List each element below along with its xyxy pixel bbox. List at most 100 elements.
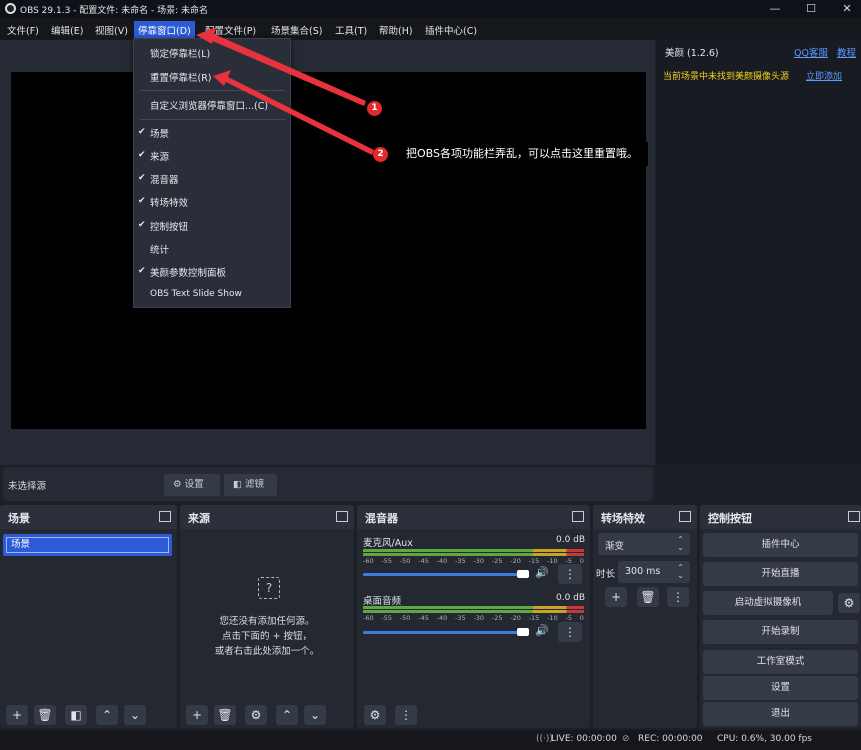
- start-virtual-camera-button[interactable]: 启动虚拟摄像机: [703, 591, 833, 615]
- undock-icon[interactable]: [679, 511, 691, 522]
- speaker-icon[interactable]: 🔊: [535, 566, 549, 579]
- volume-meter: [363, 553, 584, 556]
- tick-label: -10: [547, 614, 558, 622]
- check-icon: ✔: [138, 127, 146, 137]
- meter-ticks: -60 -55 -50 -45 -40 -35 -30 -25 -20 -15 -10 -5 0: [363, 614, 584, 622]
- scene-list-item[interactable]: 场景: [3, 534, 172, 556]
- tick-label: -55: [381, 614, 393, 622]
- docks-dropdown-menu: 锁定停靠栏(L) 重置停靠栏(R) 自定义浏览器停靠窗口...(C) ✔ 场景 …: [133, 38, 291, 308]
- studio-mode-button[interactable]: 工作室模式: [703, 650, 858, 674]
- custom-browser-docks-item[interactable]: 自定义浏览器停靠窗口...(C): [150, 98, 268, 112]
- mixer-menu-button[interactable]: ⋮: [395, 705, 417, 725]
- move-scene-down-button[interactable]: ⌄: [124, 705, 146, 725]
- plus-icon: +: [11, 708, 23, 722]
- minimize-button[interactable]: —: [766, 1, 784, 17]
- preview-canvas[interactable]: [11, 72, 646, 429]
- dock-toggle-text-slideshow[interactable]: OBS Text Slide Show: [150, 289, 242, 299]
- source-properties-button[interactable]: ⚙: [245, 705, 267, 725]
- chevron-down-icon: ⌄: [309, 708, 321, 722]
- add-scene-button[interactable]: +: [6, 705, 28, 725]
- settings-button[interactable]: 设置: [703, 676, 858, 700]
- reset-docks-item[interactable]: 重置停靠栏(R): [150, 70, 212, 84]
- dock-toggle-stats[interactable]: 统计: [150, 242, 169, 256]
- move-scene-up-button[interactable]: ⌃: [96, 705, 118, 725]
- undock-icon[interactable]: [572, 511, 584, 522]
- move-source-up-button[interactable]: ⌃: [276, 705, 298, 725]
- menu-scene-collection[interactable]: 场景集合(S): [268, 22, 325, 38]
- chevron-up-icon: ⌃: [281, 708, 293, 722]
- transition-select[interactable]: 渐变 ⌃ ⌄: [598, 533, 690, 555]
- scene-name[interactable]: 场景: [6, 537, 169, 553]
- mixer-header: 混音器: [357, 505, 590, 529]
- plugin-center-button[interactable]: 插件中心: [703, 533, 858, 557]
- filter-icon: ◧: [70, 708, 82, 722]
- transitions-header: 转场特效: [593, 505, 697, 529]
- kebab-menu-icon: ⋮: [564, 625, 576, 639]
- tutorial-link[interactable]: 教程: [837, 45, 856, 59]
- channel-menu-button[interactable]: ⋮: [558, 622, 582, 642]
- rec-icon: ⊘: [622, 734, 630, 744]
- menu-tools[interactable]: 工具(T): [332, 22, 370, 38]
- close-button[interactable]: ✕: [838, 1, 856, 17]
- start-recording-button[interactable]: 开始录制: [703, 620, 858, 644]
- channel-menu-button[interactable]: ⋮: [558, 564, 582, 584]
- source-filters-button[interactable]: ◧ 滤镜: [224, 474, 277, 496]
- scene-filters-button[interactable]: ◧: [65, 705, 87, 725]
- speaker-icon[interactable]: 🔊: [535, 624, 549, 637]
- menu-profile[interactable]: 配置文件(P): [202, 22, 259, 38]
- undock-icon[interactable]: [336, 511, 348, 522]
- tick-label: -15: [528, 614, 540, 622]
- dock-toggle-beauty-params[interactable]: 美颜参数控制面板: [150, 265, 226, 279]
- dock-toggle-sources[interactable]: 来源: [150, 149, 169, 163]
- add-transition-button[interactable]: +: [605, 587, 627, 607]
- tick-label: -60: [363, 614, 374, 622]
- tick-label: -25: [491, 614, 503, 622]
- exit-button[interactable]: 退出: [703, 702, 858, 726]
- start-streaming-button[interactable]: 开始直播: [703, 562, 858, 586]
- volume-slider[interactable]: [363, 573, 520, 576]
- source-toolbar: 未选择源 ⚙ 设置 ◧ 滤镜: [3, 467, 653, 501]
- virtual-camera-settings-button[interactable]: ⚙: [838, 593, 860, 613]
- move-source-down-button[interactable]: ⌄: [304, 705, 326, 725]
- tick-label: -55: [381, 557, 393, 565]
- duration-spinbox[interactable]: 300 ms ⌃ ⌄: [618, 561, 690, 583]
- status-bar: ((·)) LIVE: 00:00:00 ⊘ REC: 00:00:00 CPU…: [0, 730, 861, 750]
- remove-scene-button[interactable]: 🗑: [34, 705, 56, 725]
- source-filters-label: 滤镜: [245, 479, 265, 490]
- duration-label: 时长: [596, 569, 616, 580]
- menu-docks[interactable]: 停靠窗口(D): [134, 21, 195, 39]
- dock-toggle-controls[interactable]: 控制按钮: [150, 219, 188, 233]
- tick-label: -5: [565, 614, 572, 622]
- sources-empty-line3: 或者右击此处添加一个。: [214, 646, 320, 657]
- kebab-menu-icon: ⋮: [564, 567, 576, 581]
- menu-help[interactable]: 帮助(H): [376, 22, 416, 38]
- dock-toggle-mixer[interactable]: 混音器: [150, 172, 179, 186]
- menu-file[interactable]: 文件(F): [4, 22, 42, 38]
- source-settings-button[interactable]: ⚙ 设置: [164, 474, 220, 496]
- tick-label: -10: [547, 557, 558, 565]
- transition-menu-button[interactable]: ⋮: [667, 587, 689, 607]
- undock-icon[interactable]: [848, 511, 860, 522]
- spin-arrows-icon: ⌃ ⌄: [677, 535, 684, 552]
- mixer-settings-button[interactable]: ⚙: [364, 705, 386, 725]
- dock-toggle-transitions[interactable]: 转场特效: [150, 195, 188, 209]
- tick-label: -35: [455, 557, 466, 565]
- beauty-title: 美颜 (1.2.6): [665, 48, 719, 59]
- add-source-button[interactable]: +: [186, 705, 208, 725]
- lock-docks-item[interactable]: 锁定停靠栏(L): [150, 46, 210, 60]
- volume-slider-handle[interactable]: [517, 628, 529, 636]
- qq-service-link[interactable]: QQ客服: [794, 45, 828, 59]
- scenes-title: 场景: [8, 512, 30, 525]
- volume-slider[interactable]: [363, 631, 520, 634]
- volume-slider-handle[interactable]: [517, 570, 529, 578]
- remove-source-button[interactable]: 🗑: [214, 705, 236, 725]
- maximize-button[interactable]: ☐: [802, 1, 820, 17]
- menu-edit[interactable]: 编辑(E): [48, 22, 86, 38]
- remove-transition-button[interactable]: 🗑: [637, 587, 659, 607]
- tick-label: -60: [363, 557, 374, 565]
- add-now-link[interactable]: 立即添加: [806, 69, 842, 82]
- undock-icon[interactable]: [159, 511, 171, 522]
- menu-view[interactable]: 视图(V): [92, 22, 131, 38]
- dock-toggle-scenes[interactable]: 场景: [150, 126, 169, 140]
- menu-plugin-center[interactable]: 插件中心(C): [422, 22, 480, 38]
